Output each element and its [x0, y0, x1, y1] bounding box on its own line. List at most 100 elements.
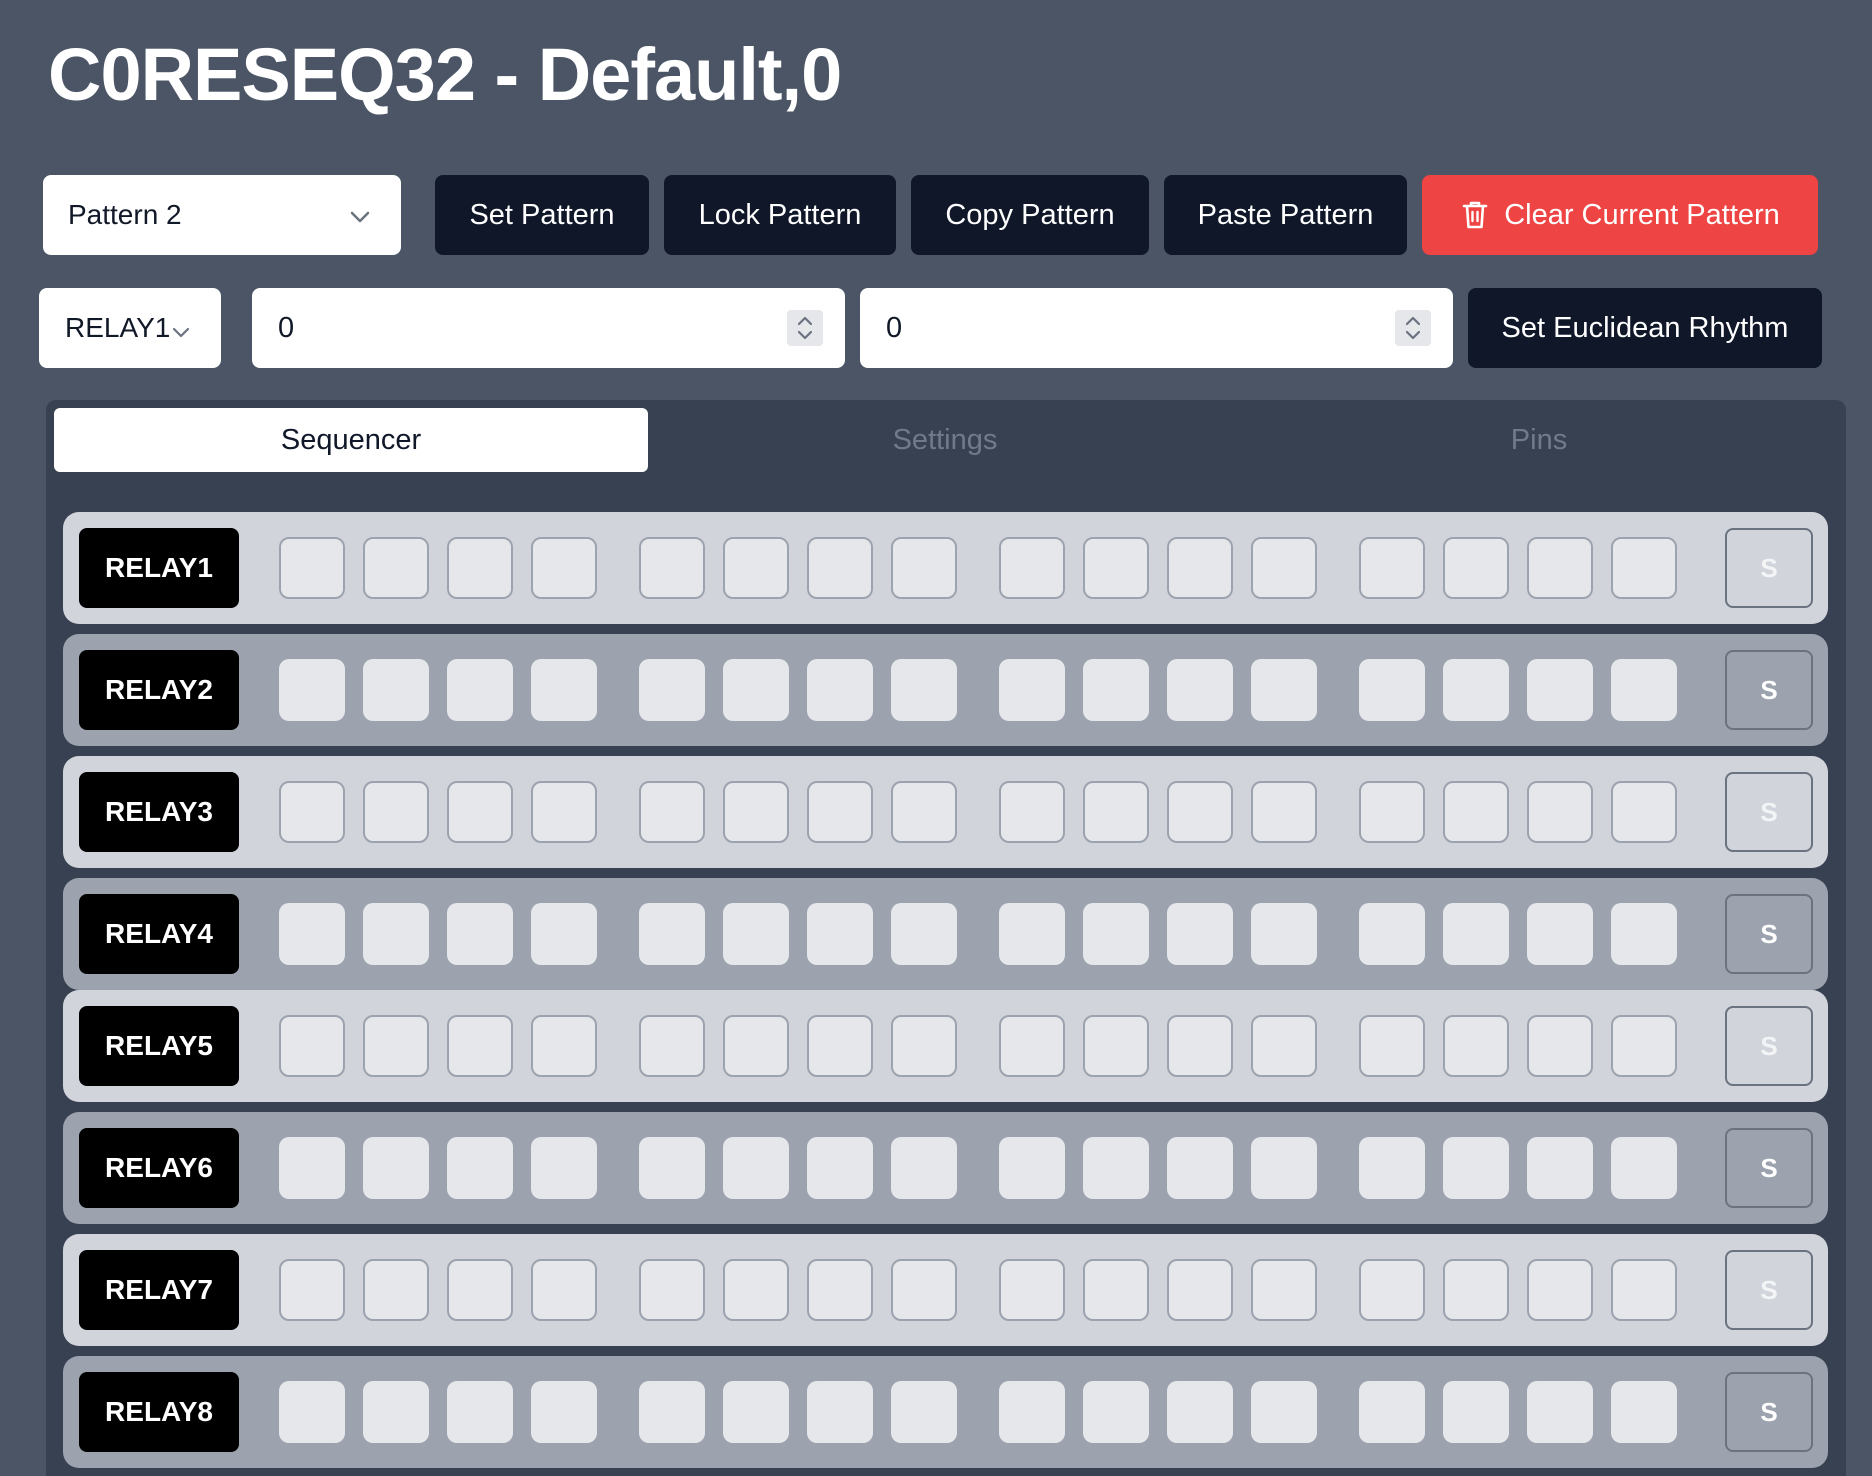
step-button[interactable] [279, 1381, 345, 1443]
step-button[interactable] [999, 781, 1065, 843]
step-button[interactable] [1527, 1015, 1593, 1077]
step-button[interactable] [1527, 1381, 1593, 1443]
step-button[interactable] [807, 659, 873, 721]
step-button[interactable] [531, 1137, 597, 1199]
step-button[interactable] [1443, 1259, 1509, 1321]
step-button[interactable] [1359, 659, 1425, 721]
step-button[interactable] [807, 781, 873, 843]
solo-button[interactable]: S [1725, 1128, 1813, 1208]
step-button[interactable] [639, 903, 705, 965]
step-button[interactable] [1251, 903, 1317, 965]
step-button[interactable] [891, 659, 957, 721]
step-button[interactable] [447, 781, 513, 843]
step-button[interactable] [1167, 659, 1233, 721]
step-button[interactable] [891, 1015, 957, 1077]
step-button[interactable] [1611, 903, 1677, 965]
step-button[interactable] [363, 903, 429, 965]
step-button[interactable] [723, 1259, 789, 1321]
step-button[interactable] [1527, 781, 1593, 843]
step-button[interactable] [1359, 1137, 1425, 1199]
stepper-arrows-icon[interactable] [787, 310, 823, 346]
step-button[interactable] [447, 1015, 513, 1077]
relay-label[interactable]: RELAY4 [79, 894, 239, 974]
step-button[interactable] [999, 903, 1065, 965]
step-button[interactable] [363, 1137, 429, 1199]
step-button[interactable] [1251, 1015, 1317, 1077]
step-button[interactable] [279, 903, 345, 965]
step-button[interactable] [1611, 1137, 1677, 1199]
copy-pattern-button[interactable]: Copy Pattern [911, 175, 1149, 255]
step-button[interactable] [1611, 1259, 1677, 1321]
step-button[interactable] [891, 1381, 957, 1443]
tab-pins[interactable]: Pins [1242, 408, 1836, 472]
step-button[interactable] [531, 1259, 597, 1321]
step-button[interactable] [999, 1137, 1065, 1199]
set-euclidean-rhythm-button[interactable]: Set Euclidean Rhythm [1468, 288, 1822, 368]
step-button[interactable] [807, 1259, 873, 1321]
relay-label[interactable]: RELAY2 [79, 650, 239, 730]
step-button[interactable] [363, 659, 429, 721]
step-button[interactable] [891, 537, 957, 599]
step-button[interactable] [1167, 1015, 1233, 1077]
step-button[interactable] [1083, 781, 1149, 843]
step-button[interactable] [1611, 659, 1677, 721]
step-button[interactable] [279, 659, 345, 721]
step-button[interactable] [1167, 1381, 1233, 1443]
step-button[interactable] [531, 537, 597, 599]
step-button[interactable] [1167, 1137, 1233, 1199]
step-button[interactable] [639, 1015, 705, 1077]
step-button[interactable] [1083, 1259, 1149, 1321]
step-button[interactable] [1611, 537, 1677, 599]
step-button[interactable] [531, 903, 597, 965]
step-button[interactable] [1251, 781, 1317, 843]
relay-label[interactable]: RELAY5 [79, 1006, 239, 1086]
step-button[interactable] [639, 781, 705, 843]
step-button[interactable] [1443, 781, 1509, 843]
step-button[interactable] [723, 659, 789, 721]
step-button[interactable] [447, 1381, 513, 1443]
step-button[interactable] [1359, 781, 1425, 843]
step-button[interactable] [1359, 1381, 1425, 1443]
clear-current-pattern-button[interactable]: Clear Current Pattern [1422, 175, 1818, 255]
step-button[interactable] [1527, 659, 1593, 721]
step-button[interactable] [279, 1137, 345, 1199]
step-button[interactable] [639, 659, 705, 721]
euclid-steps-input[interactable]: 0 [252, 288, 845, 368]
step-button[interactable] [999, 659, 1065, 721]
tab-settings[interactable]: Settings [648, 408, 1242, 472]
step-button[interactable] [1251, 1137, 1317, 1199]
step-button[interactable] [723, 903, 789, 965]
pattern-select[interactable]: Pattern 2 [43, 175, 401, 255]
step-button[interactable] [1083, 1381, 1149, 1443]
step-button[interactable] [807, 1015, 873, 1077]
step-button[interactable] [891, 1137, 957, 1199]
step-button[interactable] [1443, 1381, 1509, 1443]
step-button[interactable] [279, 537, 345, 599]
step-button[interactable] [723, 1381, 789, 1443]
step-button[interactable] [531, 659, 597, 721]
step-button[interactable] [1083, 659, 1149, 721]
step-button[interactable] [1083, 537, 1149, 599]
euclid-pulses-input[interactable]: 0 [860, 288, 1453, 368]
relay-label[interactable]: RELAY7 [79, 1250, 239, 1330]
step-button[interactable] [723, 537, 789, 599]
step-button[interactable] [723, 1015, 789, 1077]
solo-button[interactable]: S [1725, 894, 1813, 974]
step-button[interactable] [1611, 781, 1677, 843]
step-button[interactable] [1251, 1381, 1317, 1443]
step-button[interactable] [363, 1015, 429, 1077]
step-button[interactable] [279, 1015, 345, 1077]
step-button[interactable] [447, 1259, 513, 1321]
step-button[interactable] [1611, 1015, 1677, 1077]
relay-select[interactable]: RELAY1 [39, 288, 221, 368]
step-button[interactable] [447, 537, 513, 599]
step-button[interactable] [1527, 1137, 1593, 1199]
step-button[interactable] [531, 781, 597, 843]
solo-button[interactable]: S [1725, 1006, 1813, 1086]
step-button[interactable] [999, 1381, 1065, 1443]
step-button[interactable] [279, 1259, 345, 1321]
step-button[interactable] [1443, 537, 1509, 599]
step-button[interactable] [1611, 1381, 1677, 1443]
solo-button[interactable]: S [1725, 528, 1813, 608]
step-button[interactable] [531, 1381, 597, 1443]
